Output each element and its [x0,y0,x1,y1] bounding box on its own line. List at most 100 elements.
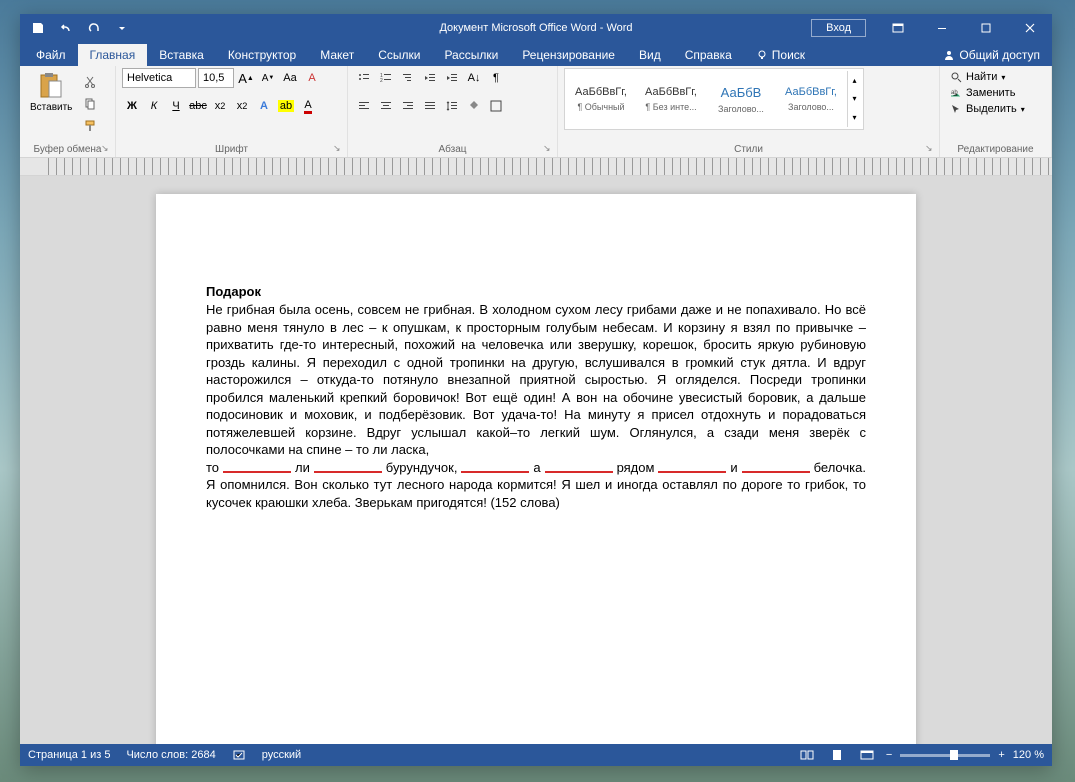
align-left-icon[interactable] [354,96,374,116]
indent-decrease-icon[interactable] [420,68,440,88]
maximize-icon[interactable] [964,14,1008,42]
multilevel-icon[interactable] [398,68,418,88]
paste-button[interactable]: Вставить [26,68,76,115]
bullets-icon[interactable] [354,68,374,88]
sort-icon[interactable]: A↓ [464,68,484,88]
select-button[interactable]: Выделить▾ [946,102,1029,116]
document-area[interactable]: Подарок Не грибная была осень, совсем не… [20,176,1052,744]
window-title: Документ Microsoft Office Word - Word [439,22,632,34]
line-spacing-icon[interactable] [442,96,462,116]
group-editing: Найти▾ abЗаменить Выделить▾ Редактирован… [940,66,1052,157]
align-center-icon[interactable] [376,96,396,116]
svg-text:2: 2 [380,78,383,84]
style-nospacing[interactable]: АаБбВвГг,¶ Без инте... [637,71,705,127]
styles-gallery[interactable]: АаБбВвГг,¶ Обычный АаБбВвГг,¶ Без инте..… [564,68,864,130]
font-name-input[interactable] [122,68,196,88]
cursor-icon [950,103,962,115]
squiggle-line: то ли бурундучок, а рядом и белочка. [206,459,866,477]
bold-button[interactable]: Ж [122,96,142,116]
superscript-icon[interactable]: x2 [232,96,252,116]
share-button[interactable]: Общий доступ [931,44,1052,66]
save-icon[interactable] [28,18,48,38]
ribbon-tabs: Файл Главная Вставка Конструктор Макет С… [20,42,1052,66]
group-label: Абзац [348,144,557,155]
change-case-icon[interactable]: Aa [280,68,300,88]
replace-icon: ab [950,87,962,99]
style-heading2[interactable]: АаБбВвГг,Заголово... [777,71,845,127]
font-size-input[interactable] [198,68,234,88]
styles-more-icon[interactable]: ▴▾▾ [847,71,861,127]
group-styles: АаБбВвГг,¶ Обычный АаБбВвГг,¶ Без инте..… [558,66,940,157]
show-marks-icon[interactable]: ¶ [486,68,506,88]
style-heading1[interactable]: АаБбВЗаголово... [707,71,775,127]
tab-view[interactable]: Вид [627,44,673,66]
paragraph-launcher-icon[interactable]: ↘ [543,143,555,155]
subscript-icon[interactable]: x2 [210,96,230,116]
tab-home[interactable]: Главная [78,44,148,66]
qat-dropdown-icon[interactable] [112,18,132,38]
word-window: Документ Microsoft Office Word - Word Вх… [20,14,1052,766]
style-normal[interactable]: АаБбВвГг,¶ Обычный [567,71,635,127]
font-launcher-icon[interactable]: ↘ [333,143,345,155]
zoom-level[interactable]: 120 % [1013,749,1044,761]
borders-icon[interactable] [486,96,506,116]
status-page[interactable]: Страница 1 из 5 [28,749,110,761]
underline-button[interactable]: Ч [166,96,186,116]
login-button[interactable]: Вход [811,19,866,37]
search-icon [950,71,962,83]
text-effects-icon[interactable]: A [254,96,274,116]
shading-icon[interactable] [464,96,484,116]
tab-insert[interactable]: Вставка [147,44,216,66]
clear-format-icon[interactable]: A [302,68,322,88]
strike-button[interactable]: abc [188,96,208,116]
zoom-out-icon[interactable]: − [886,749,892,761]
tab-file[interactable]: Файл [24,44,78,66]
italic-button[interactable]: К [144,96,164,116]
highlight-icon[interactable]: ab [276,96,296,116]
tab-design[interactable]: Конструктор [216,44,308,66]
tab-mailings[interactable]: Рассылки [432,44,510,66]
tab-search[interactable]: Поиск [744,44,817,66]
status-words[interactable]: Число слов: 2684 [126,749,215,761]
numbering-icon[interactable]: 12 [376,68,396,88]
tab-references[interactable]: Ссылки [366,44,432,66]
tab-review[interactable]: Рецензирование [510,44,627,66]
redo-icon[interactable] [84,18,104,38]
font-color-icon[interactable]: A [298,96,318,116]
format-painter-icon[interactable] [80,116,100,136]
cut-icon[interactable] [80,72,100,92]
group-label: Стили [558,144,939,155]
shrink-font-icon[interactable]: A▼ [258,68,278,88]
ribbon-display-icon[interactable] [876,14,920,42]
status-proofing-icon[interactable] [232,748,246,762]
align-right-icon[interactable] [398,96,418,116]
print-layout-icon[interactable] [826,746,848,764]
replace-button[interactable]: abЗаменить [946,86,1029,100]
copy-icon[interactable] [80,94,100,114]
ribbon: Вставить Буфер обмена ↘ A▲ A▼ Aa [20,66,1052,158]
tab-layout[interactable]: Макет [308,44,366,66]
doc-heading[interactable]: Подарок [206,284,866,299]
zoom-slider[interactable] [900,754,990,757]
indent-increase-icon[interactable] [442,68,462,88]
undo-icon[interactable] [56,18,76,38]
doc-body[interactable]: Не грибная была осень, совсем не грибная… [206,301,866,512]
read-mode-icon[interactable] [796,746,818,764]
status-language[interactable]: русский [262,749,301,761]
tab-help[interactable]: Справка [673,44,744,66]
document-page[interactable]: Подарок Не грибная была осень, совсем не… [156,194,916,744]
close-icon[interactable] [1008,14,1052,42]
horizontal-ruler[interactable] [20,158,1052,176]
justify-icon[interactable] [420,96,440,116]
zoom-in-icon[interactable]: + [998,749,1004,761]
minimize-icon[interactable] [920,14,964,42]
styles-launcher-icon[interactable]: ↘ [925,143,937,155]
clipboard-launcher-icon[interactable]: ↘ [101,143,113,155]
paste-icon [35,70,67,102]
find-button[interactable]: Найти▾ [946,70,1029,84]
group-font: A▲ A▼ Aa A Ж К Ч abc x2 x2 A ab A Шрифт [116,66,348,157]
group-paragraph: 12 A↓ ¶ Абзац ↘ [348,66,558,157]
grow-font-icon[interactable]: A▲ [236,68,256,88]
web-layout-icon[interactable] [856,746,878,764]
group-clipboard: Вставить Буфер обмена ↘ [20,66,116,157]
